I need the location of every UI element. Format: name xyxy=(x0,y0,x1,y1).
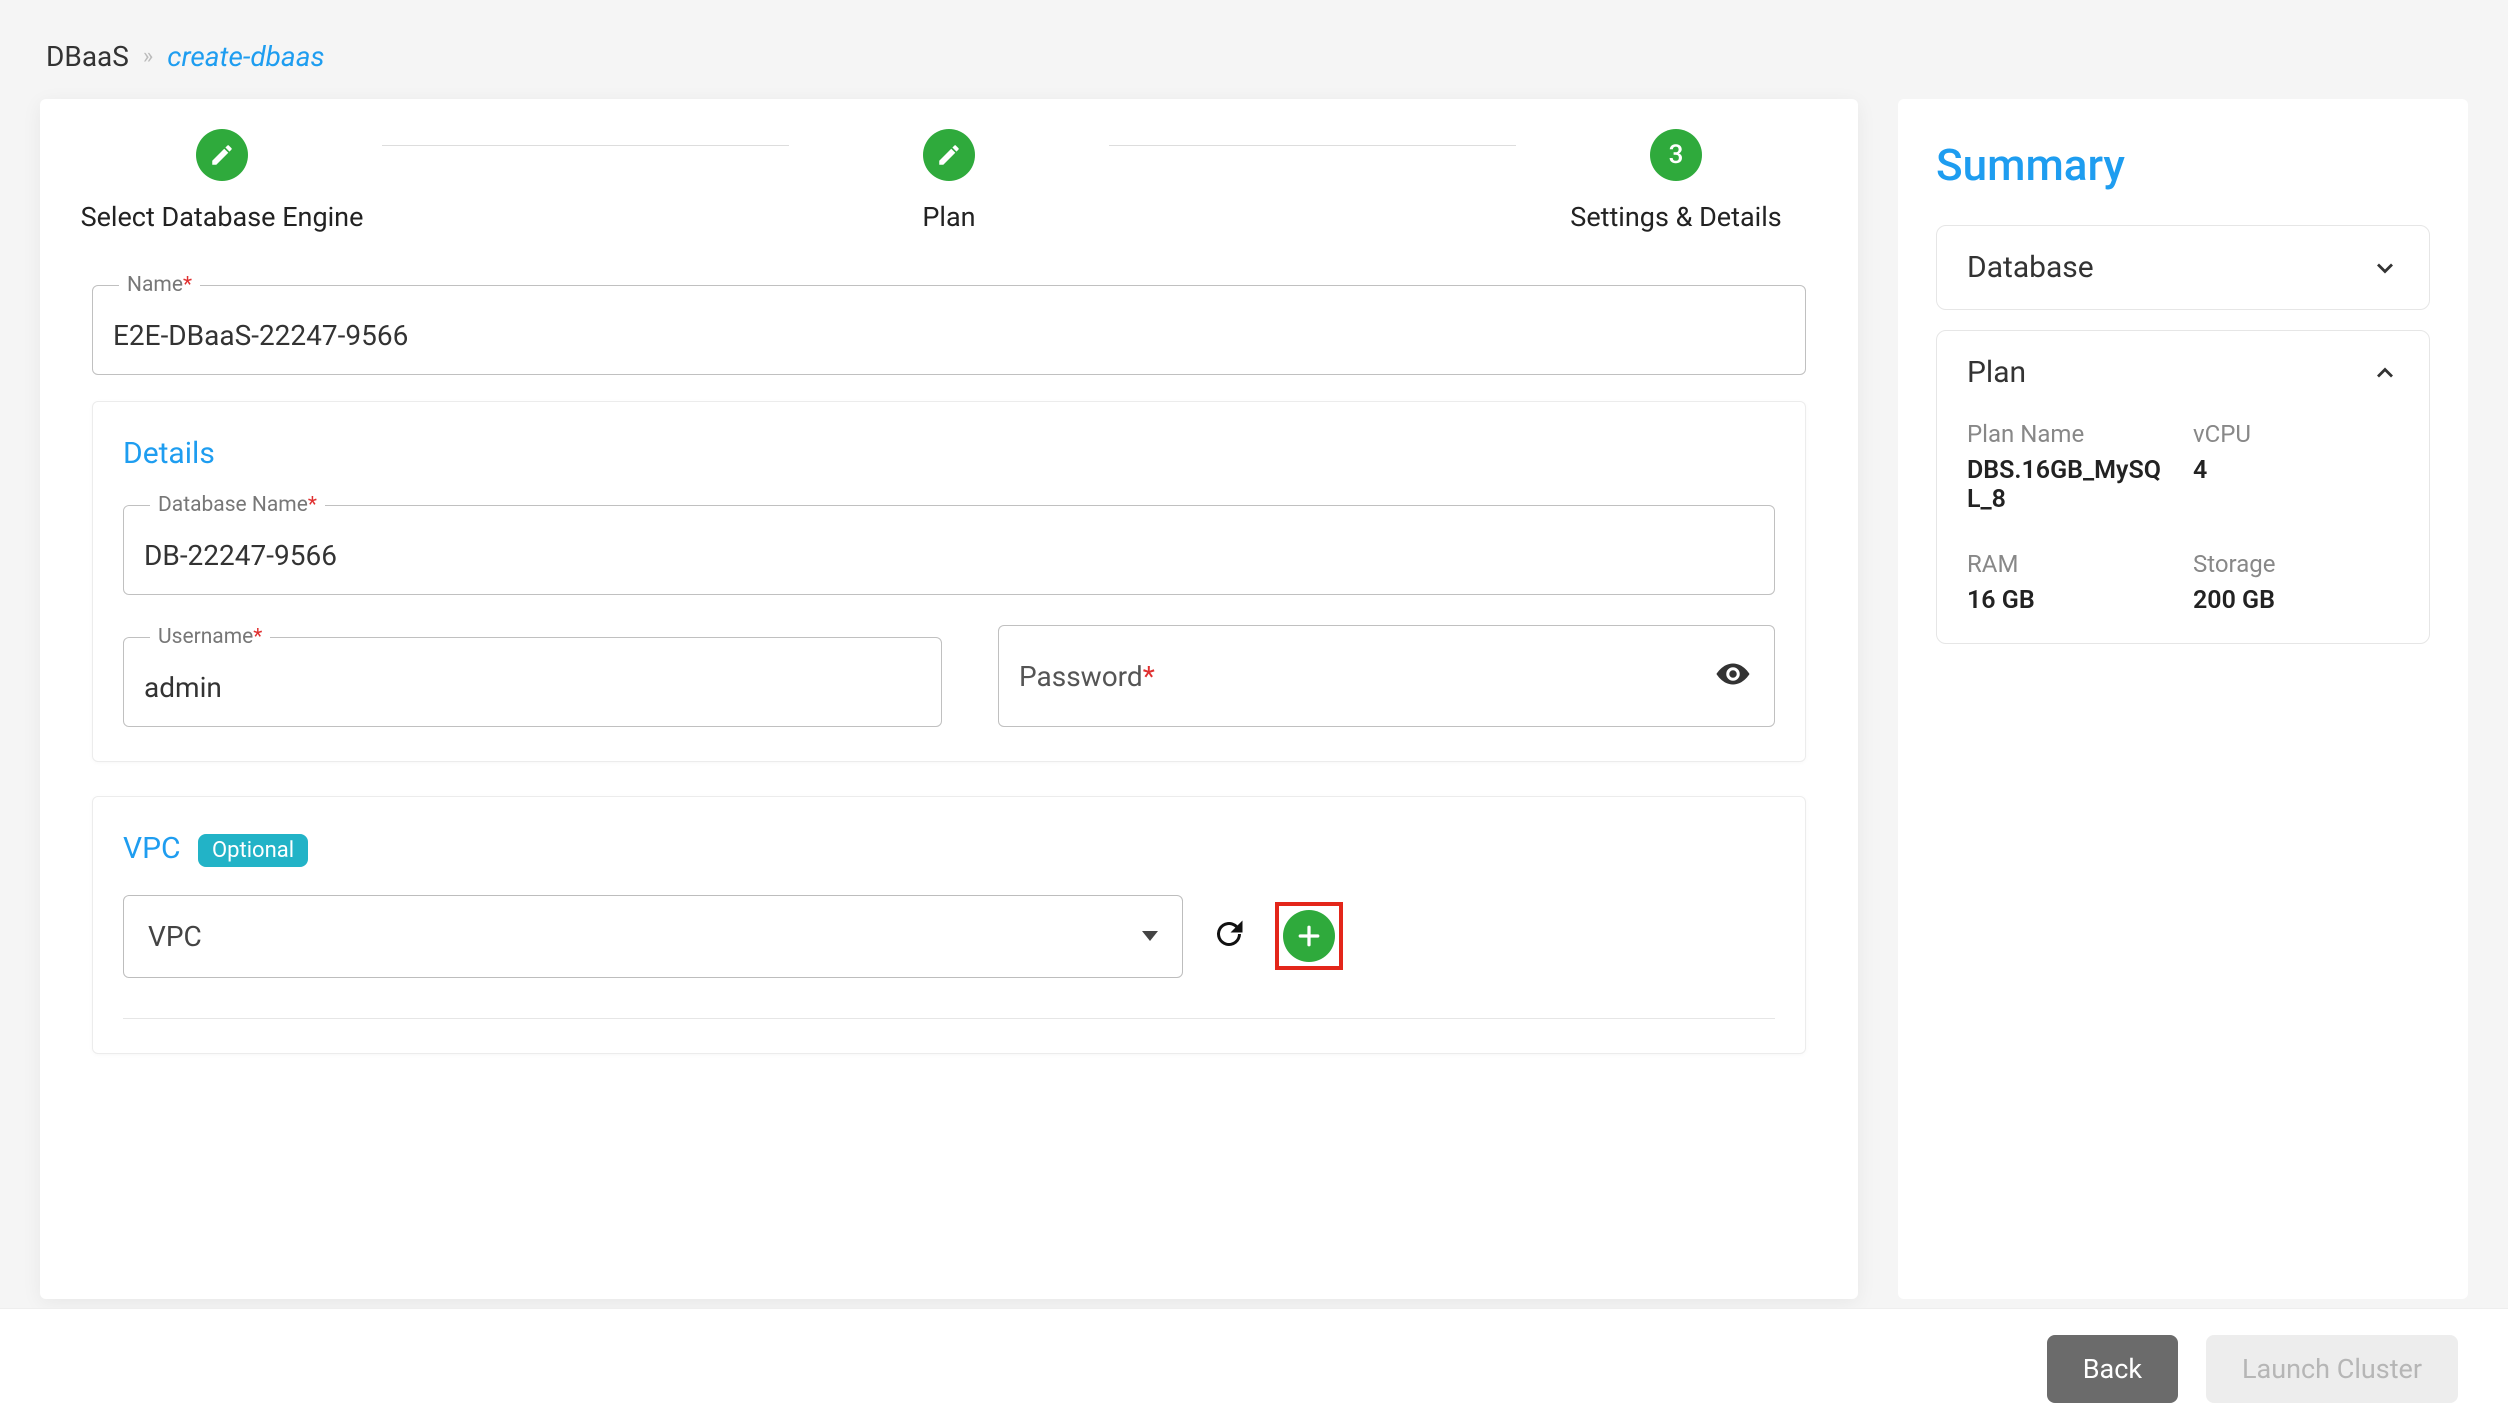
stepper: Select Database Engine Plan 3 Settings &… xyxy=(62,129,1836,273)
step-settings-details[interactable]: 3 Settings & Details xyxy=(1526,129,1826,233)
step-label: Plan xyxy=(922,201,975,233)
breadcrumb-root[interactable]: DBaaS xyxy=(46,40,129,73)
pencil-icon xyxy=(923,129,975,181)
plan-name-label: Plan Name xyxy=(1967,420,2173,448)
summary-plan-body: Plan Name vCPU DBS.16GB_MySQL_8 4 RAM St… xyxy=(1937,420,2429,643)
summary-database-label: Database xyxy=(1967,250,2094,285)
add-vpc-highlight xyxy=(1275,902,1343,970)
vcpu-label: vCPU xyxy=(2193,420,2399,448)
step-connector xyxy=(382,145,789,146)
step-connector xyxy=(1109,145,1516,146)
ram-label: RAM xyxy=(1967,550,2173,578)
summary-database-accordion[interactable]: Database xyxy=(1936,225,2430,310)
back-button[interactable]: Back xyxy=(2047,1335,2178,1403)
username-input[interactable] xyxy=(144,671,921,704)
plan-name-value: DBS.16GB_MySQL_8 xyxy=(1967,456,2173,514)
chevron-down-icon xyxy=(1142,931,1158,941)
summary-panel: Summary Database Plan xyxy=(1898,99,2468,1299)
main-panel: Select Database Engine Plan 3 Settings &… xyxy=(40,99,1858,1299)
database-name-field-wrapper: Database Name* xyxy=(123,493,1775,595)
step-plan[interactable]: Plan xyxy=(799,129,1099,233)
chevron-down-icon xyxy=(2371,254,2399,282)
details-card: Details Database Name* Username* Passwor… xyxy=(92,401,1806,762)
summary-title: Summary xyxy=(1936,139,2430,191)
vpc-select-value: VPC xyxy=(148,920,202,953)
name-label: Name* xyxy=(119,273,200,297)
vpc-select[interactable]: VPC xyxy=(123,895,1183,978)
storage-label: Storage xyxy=(2193,550,2399,578)
details-heading: Details xyxy=(123,436,1775,471)
optional-badge: Optional xyxy=(198,834,308,867)
username-field-wrapper: Username* xyxy=(123,625,942,727)
vpc-card: VPC Optional VPC xyxy=(92,796,1806,1054)
refresh-icon[interactable] xyxy=(1211,916,1247,956)
database-name-label: Database Name* xyxy=(150,493,325,517)
divider xyxy=(123,1018,1775,1019)
password-field-wrapper: Password* xyxy=(998,625,1775,727)
add-vpc-button[interactable] xyxy=(1283,910,1335,962)
breadcrumb-leaf[interactable]: create-dbaas xyxy=(167,40,324,73)
eye-icon[interactable] xyxy=(1715,656,1751,696)
step-label: Select Database Engine xyxy=(81,201,364,233)
database-name-input[interactable] xyxy=(144,539,1754,572)
pencil-icon xyxy=(196,129,248,181)
launch-cluster-button[interactable]: Launch Cluster xyxy=(2206,1335,2458,1403)
breadcrumb-separator: » xyxy=(143,44,153,69)
summary-plan-accordion[interactable]: Plan Plan Name vCPU DBS.16GB_MySQL_8 4 R… xyxy=(1936,330,2430,644)
footer-bar: Back Launch Cluster xyxy=(0,1308,2508,1428)
step-label: Settings & Details xyxy=(1570,201,1781,233)
summary-plan-label: Plan xyxy=(1967,355,2026,390)
storage-value: 200 GB xyxy=(2193,586,2399,615)
step-number-icon: 3 xyxy=(1650,129,1702,181)
username-label: Username* xyxy=(150,625,270,649)
name-input[interactable] xyxy=(113,319,1785,352)
breadcrumb: DBaaS » create-dbaas xyxy=(46,40,2468,73)
ram-value: 16 GB xyxy=(1967,586,2173,615)
vcpu-value: 4 xyxy=(2193,456,2399,514)
step-select-database-engine[interactable]: Select Database Engine xyxy=(72,129,372,233)
chevron-up-icon xyxy=(2371,359,2399,387)
name-field-wrapper: Name* xyxy=(92,273,1806,375)
vpc-heading: VPC Optional xyxy=(123,831,1775,867)
